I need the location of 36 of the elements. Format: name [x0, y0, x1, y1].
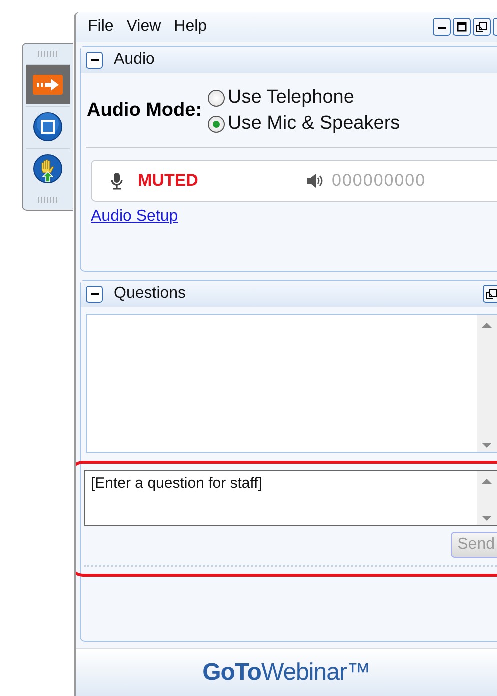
pop-out-button[interactable] — [483, 285, 497, 303]
mic-status: MUTED — [138, 171, 200, 191]
raise-hand-icon — [33, 154, 63, 184]
speaker-icon — [306, 173, 324, 189]
restore-icon — [475, 20, 489, 34]
scroll-down-icon[interactable] — [482, 516, 492, 521]
collapse-toggle[interactable] — [86, 286, 103, 302]
scrollbar[interactable] — [477, 470, 497, 526]
pop-out-icon — [485, 287, 497, 301]
audio-setup-link[interactable]: Audio Setup — [91, 208, 178, 226]
restore-button[interactable] — [473, 18, 491, 36]
menu-item[interactable]: Help — [174, 18, 208, 36]
radio-label[interactable]: Use Telephone — [228, 87, 354, 109]
panel-title: Audio — [114, 51, 155, 69]
maximize-icon — [455, 20, 469, 34]
question-input[interactable]: [Enter a question for staff] — [84, 470, 477, 526]
menu-item[interactable]: File — [88, 18, 114, 36]
scroll-up-icon[interactable] — [482, 479, 492, 484]
minimize-button[interactable] — [433, 18, 451, 36]
radio-button[interactable] — [208, 116, 226, 132]
microphone-icon — [110, 172, 124, 190]
stop-icon — [33, 112, 63, 142]
menu-item[interactable]: View — [126, 18, 162, 36]
radio-button[interactable] — [208, 90, 226, 106]
radio-label[interactable]: Use Mic & Speakers — [228, 113, 400, 135]
audio-mode-label: Audio Mode: — [87, 100, 202, 122]
minimize-icon — [435, 24, 449, 30]
maximize-button[interactable] — [453, 18, 471, 36]
speaker-code: 000000000 — [332, 171, 426, 191]
toolbar-button[interactable] — [26, 64, 70, 104]
scroll-down-icon[interactable] — [482, 443, 492, 448]
scroll-up-icon[interactable] — [482, 323, 492, 328]
scrollbar[interactable] — [477, 315, 497, 452]
gotowebinar-logo: GoToWebinar™ — [202, 658, 370, 686]
panel-title: Questions — [114, 285, 186, 303]
collapse-toggle[interactable] — [86, 52, 103, 68]
